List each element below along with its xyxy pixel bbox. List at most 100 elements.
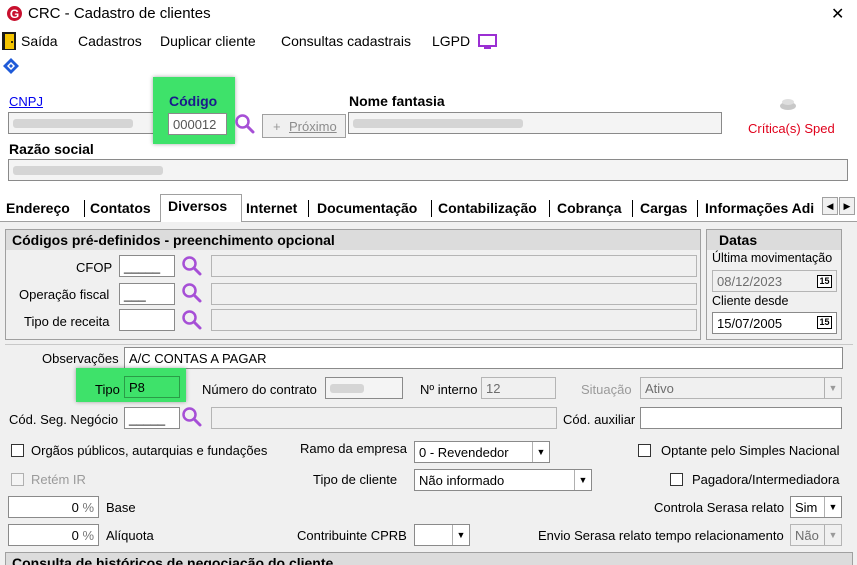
optante-simples-label: Optante pelo Simples Nacional bbox=[661, 443, 840, 458]
title-bar: G CRC - Cadastro de clientes ✕ bbox=[0, 0, 857, 28]
tab-bar: Endereço Contatos Diversos Internet Docu… bbox=[0, 194, 857, 223]
operacao-fiscal-search-icon[interactable] bbox=[181, 282, 203, 304]
controla-serasa-select[interactable]: Sim ▼ bbox=[790, 496, 842, 518]
nome-fantasia-field[interactable] bbox=[348, 112, 722, 134]
historicos-group-title: Consulta de históricos de negociação do … bbox=[6, 553, 852, 565]
chevron-down-icon: ▼ bbox=[824, 525, 841, 545]
base-label: Base bbox=[106, 500, 136, 515]
numero-contrato-field[interactable] bbox=[325, 377, 403, 399]
aliquota-value: 0 bbox=[71, 528, 79, 543]
cod-seg-description bbox=[211, 407, 557, 429]
tipo-receita-description bbox=[211, 309, 697, 331]
ramo-empresa-label: Ramo da empresa bbox=[300, 441, 407, 456]
tipo-cliente-select[interactable]: Não informado ▼ bbox=[414, 469, 592, 491]
cod-auxiliar-field[interactable] bbox=[640, 407, 842, 429]
contribuinte-cprb-select[interactable]: ▼ bbox=[414, 524, 470, 546]
tab-endereco[interactable]: Endereço bbox=[6, 200, 70, 216]
menu-lgpd[interactable]: LGPD bbox=[432, 33, 470, 49]
codigo-label: Código bbox=[169, 93, 218, 109]
nome-fantasia-label: Nome fantasia bbox=[349, 93, 445, 109]
razao-social-label: Razão social bbox=[9, 141, 94, 157]
cod-seg-search-icon[interactable] bbox=[181, 406, 203, 428]
cfop-description bbox=[211, 255, 697, 277]
tab-separator bbox=[549, 200, 550, 217]
aliquota-field[interactable]: 0 % bbox=[8, 524, 99, 546]
diversos-panel: Códigos pré-definidos - preenchimento op… bbox=[0, 222, 857, 565]
divider bbox=[5, 344, 853, 345]
razao-social-field[interactable] bbox=[8, 159, 848, 181]
envio-serasa-label: Envio Serasa relato tempo relacionamento bbox=[538, 528, 784, 543]
ramo-empresa-select[interactable]: 0 - Revendedor ▼ bbox=[414, 441, 550, 463]
proximo-button[interactable]: + Próximo bbox=[262, 114, 346, 138]
critica-sped-label[interactable]: Crítica(s) Sped bbox=[748, 121, 835, 136]
svg-text:G: G bbox=[10, 7, 19, 21]
tab-separator bbox=[84, 200, 85, 217]
controla-serasa-label: Controla Serasa relato bbox=[654, 500, 785, 515]
close-button[interactable]: ✕ bbox=[831, 4, 844, 24]
orgaos-publicos-label: Orgãos públicos, autarquias e fundações bbox=[31, 443, 268, 458]
tab-diversos[interactable]: Diversos bbox=[168, 198, 227, 214]
aliquota-label: Alíquota bbox=[106, 528, 154, 543]
base-value: 0 bbox=[71, 500, 79, 515]
cnpj-field[interactable] bbox=[8, 112, 165, 134]
operacao-fiscal-field[interactable]: ___ bbox=[119, 283, 175, 305]
chevron-down-icon[interactable]: ▼ bbox=[824, 497, 841, 517]
monitor-icon[interactable] bbox=[478, 34, 497, 50]
tab-contabilizacao[interactable]: Contabilização bbox=[438, 200, 537, 216]
numero-contrato-label: Número do contrato bbox=[202, 382, 317, 397]
navigation-diamond-icon[interactable] bbox=[2, 57, 20, 75]
chevron-down-icon: ▼ bbox=[824, 378, 841, 398]
situacao-select: Ativo ▼ bbox=[640, 377, 842, 399]
tab-internet[interactable]: Internet bbox=[246, 200, 297, 216]
menu-saida[interactable]: Saída bbox=[21, 33, 58, 49]
chevron-down-icon[interactable]: ▼ bbox=[532, 442, 549, 462]
plus-icon: + bbox=[273, 119, 281, 134]
proximo-label: Próximo bbox=[289, 119, 337, 134]
chevron-down-icon[interactable]: ▼ bbox=[574, 470, 591, 490]
codigo-search-icon[interactable] bbox=[234, 113, 256, 135]
base-field[interactable]: 0 % bbox=[8, 496, 99, 518]
menu-consultas-cadastrais[interactable]: Consultas cadastrais bbox=[281, 33, 411, 49]
chevron-down-icon[interactable]: ▼ bbox=[452, 525, 469, 545]
tipo-cliente-label: Tipo de cliente bbox=[313, 472, 398, 487]
ramo-empresa-value: 0 - Revendedor bbox=[419, 445, 509, 460]
cod-auxiliar-label: Cód. auxiliar bbox=[563, 412, 636, 427]
tab-informacoes-adicionais[interactable]: Informações Adi bbox=[705, 200, 820, 216]
observacoes-field[interactable]: A/C CONTAS A PAGAR bbox=[124, 347, 843, 369]
codigos-group-title: Códigos pré-definidos - preenchimento op… bbox=[6, 230, 700, 250]
tab-separator bbox=[431, 200, 432, 217]
tipo-receita-label: Tipo de receita bbox=[24, 314, 110, 329]
tab-scroll-right-icon[interactable]: ▶ bbox=[839, 197, 855, 215]
tab-cargas[interactable]: Cargas bbox=[640, 200, 687, 216]
cfop-label: CFOP bbox=[76, 260, 113, 275]
calendar-icon[interactable]: 15 bbox=[817, 316, 832, 329]
envio-serasa-select: Não ▼ bbox=[790, 524, 842, 546]
tipo-cliente-value: Não informado bbox=[419, 473, 505, 488]
orgaos-publicos-checkbox[interactable] bbox=[11, 444, 24, 457]
controla-serasa-value: Sim bbox=[795, 500, 818, 515]
tipo-receita-field[interactable] bbox=[119, 309, 175, 331]
cod-seg-negocio-field[interactable]: _____ bbox=[124, 407, 180, 429]
menu-cadastros[interactable]: Cadastros bbox=[78, 33, 142, 49]
window-title: CRC - Cadastro de clientes bbox=[28, 5, 211, 22]
tipo-field[interactable]: P8 bbox=[124, 376, 180, 398]
situacao-value: Ativo bbox=[645, 381, 674, 396]
menu-duplicar-cliente[interactable]: Duplicar cliente bbox=[160, 33, 256, 49]
tab-separator bbox=[632, 200, 633, 217]
tab-separator bbox=[697, 200, 698, 217]
calendar-icon[interactable]: 15 bbox=[817, 275, 832, 288]
optante-simples-checkbox[interactable] bbox=[638, 444, 651, 457]
tab-cobranca[interactable]: Cobrança bbox=[557, 200, 622, 216]
tab-contatos[interactable]: Contatos bbox=[90, 200, 151, 216]
pagadora-intermediadora-checkbox[interactable] bbox=[670, 473, 683, 486]
cfop-search-icon[interactable] bbox=[181, 255, 203, 277]
tab-documentacao[interactable]: Documentação bbox=[317, 200, 417, 216]
codigo-field[interactable]: 000012 bbox=[168, 113, 227, 135]
sped-icon[interactable] bbox=[779, 97, 797, 111]
exit-door-icon[interactable] bbox=[2, 32, 16, 50]
tipo-receita-search-icon[interactable] bbox=[181, 309, 203, 331]
aliquota-percent: % bbox=[82, 528, 94, 543]
tab-scroll-left-icon[interactable]: ◀ bbox=[822, 197, 838, 215]
cfop-field[interactable]: _____ bbox=[119, 255, 175, 277]
cnpj-link[interactable]: CNPJ bbox=[9, 94, 43, 109]
